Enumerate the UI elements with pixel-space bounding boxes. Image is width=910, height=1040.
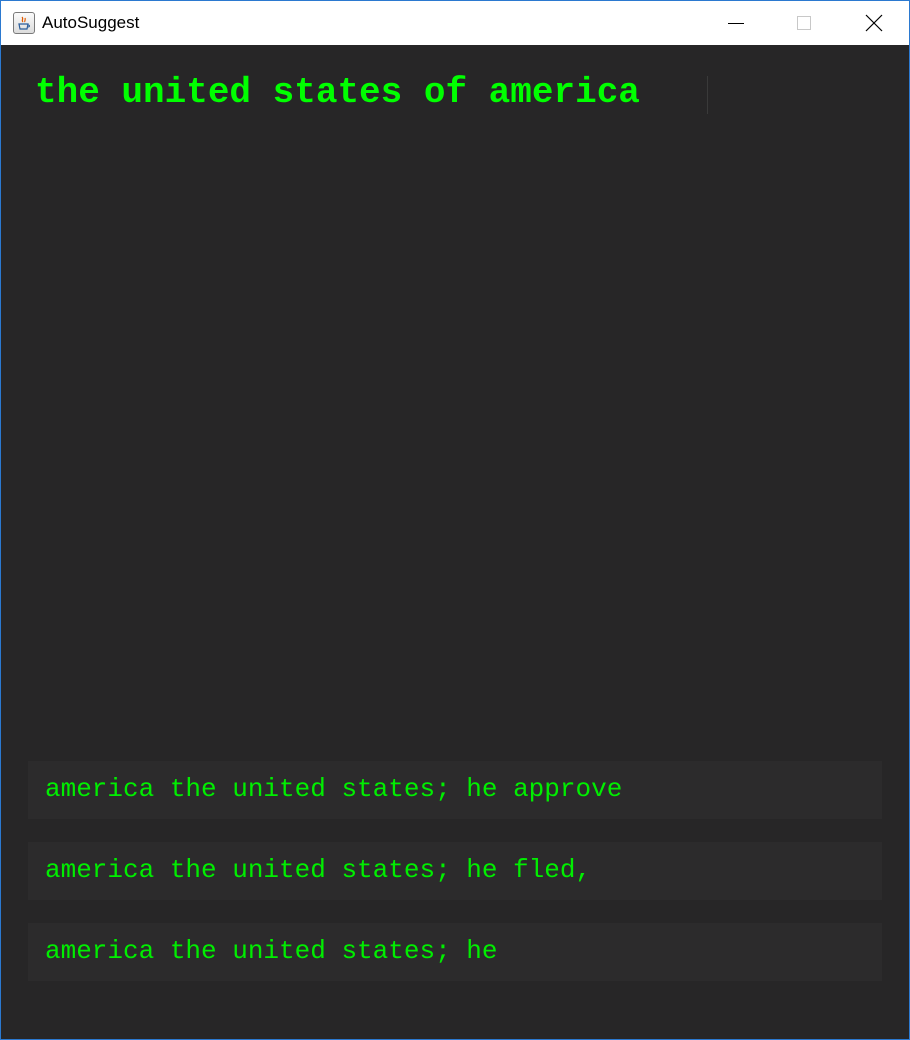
suggestion-text: america the united states; he approve [45,774,623,804]
maximize-button[interactable] [769,1,839,45]
title-bar[interactable]: AutoSuggest [1,1,909,45]
suggestion-item[interactable]: america the united states; he fled, [28,842,882,900]
app-window: AutoSuggest the united states of america… [0,0,910,1040]
suggestion-text: america the united states; he [45,936,498,966]
search-input[interactable]: the united states of america [35,71,715,115]
suggestion-item[interactable]: america the united states; he approve [28,761,882,819]
suggestion-item[interactable]: america the united states; he [28,923,882,981]
content-area: the united states of america america the… [1,45,909,1039]
text-caret [707,76,708,114]
close-button[interactable] [839,1,909,45]
suggestion-text: america the united states; he fled, [45,855,592,885]
close-icon [865,14,883,32]
java-app-icon [13,12,35,34]
minimize-button[interactable] [701,1,771,45]
window-title: AutoSuggest [42,13,140,32]
maximize-icon [797,16,811,30]
minimize-icon [728,23,744,24]
